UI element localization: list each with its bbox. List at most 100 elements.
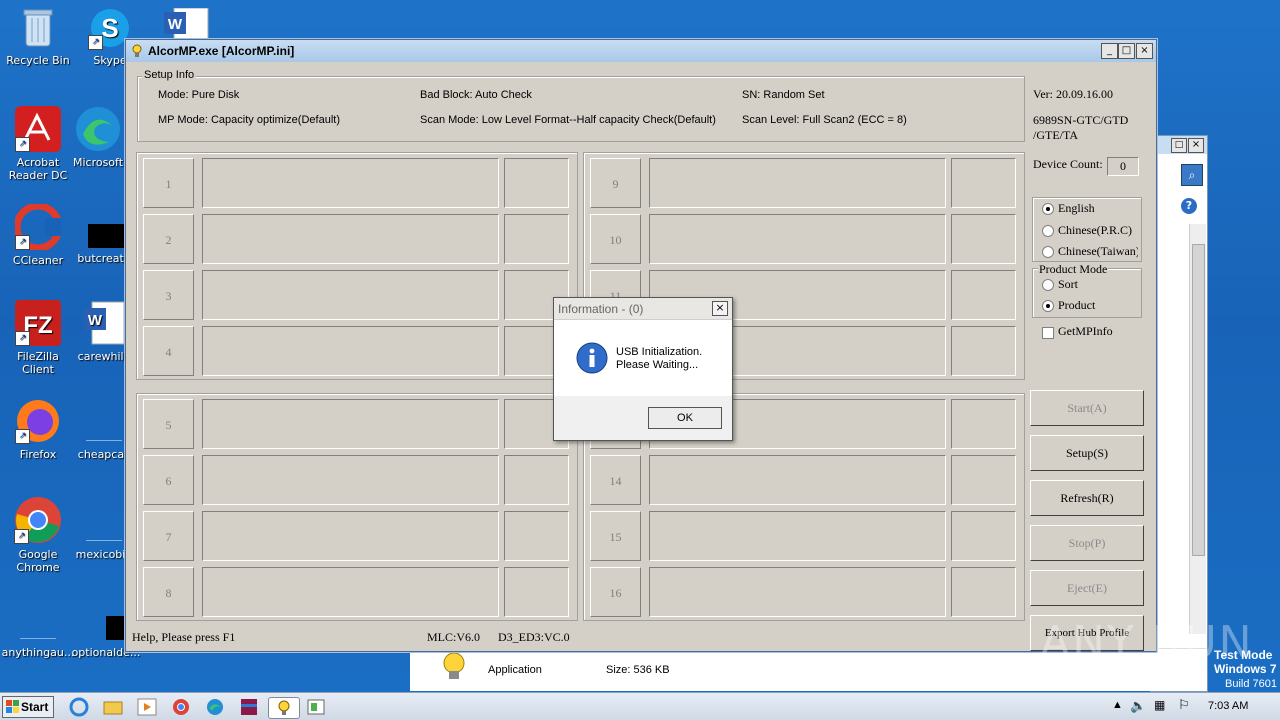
dialog-title-bar[interactable]: Information - (0) × — [554, 298, 732, 320]
window-title: AlcorMP.exe [AlcorMP.ini] — [148, 44, 295, 58]
svg-text:S: S — [101, 13, 118, 43]
slot-capacity-box — [951, 399, 1016, 449]
slot-status-box — [649, 567, 946, 617]
desktop-icon-ccleaner[interactable]: ↗ CCleaner — [0, 202, 76, 267]
slot-15: 15 — [590, 511, 1017, 561]
slot-status-box — [202, 158, 499, 208]
ie-icon[interactable] — [68, 697, 90, 717]
help-icon[interactable]: ? — [1181, 198, 1197, 214]
scrollbar[interactable] — [1189, 224, 1206, 634]
slot-capacity-box — [504, 158, 569, 208]
radio-product[interactable] — [1042, 300, 1054, 312]
slot-14: 14 — [590, 455, 1017, 505]
slot-5: 5 — [143, 399, 570, 449]
slot-capacity-box — [951, 511, 1016, 561]
start-button[interactable]: Start(A) — [1030, 390, 1144, 426]
chip-label-line1: 6989SN-GTC/GTD — [1033, 113, 1129, 127]
dialog-message-line1: USB Initialization. — [616, 346, 703, 358]
slot-number: 1 — [143, 158, 194, 208]
title-bar[interactable]: AlcorMP.exe [AlcorMP.ini] _ □ × — [126, 40, 1156, 62]
slot-status-box — [202, 214, 499, 264]
slot-capacity-box — [504, 567, 569, 617]
firefox-icon: ↗ — [15, 398, 61, 444]
desktop-icon-label: anythingau... — [1, 646, 75, 659]
desktop-icon-chrome[interactable]: ↗ Google Chrome — [0, 496, 76, 574]
slot-capacity-box — [504, 214, 569, 264]
slot-7: 7 — [143, 511, 570, 561]
clock[interactable]: 7:03 AM — [1208, 700, 1248, 712]
desktop-icon-label: CCleaner — [12, 254, 64, 267]
word-doc-icon[interactable]: W — [164, 7, 210, 43]
product-label: Product — [1058, 298, 1096, 312]
filezilla-icon: FZ ↗ — [15, 300, 61, 346]
eject-button[interactable]: Eject(E) — [1030, 570, 1144, 606]
getmpinfo-checkbox[interactable] — [1042, 327, 1054, 339]
search-icon[interactable]: ⌕ — [1181, 164, 1203, 186]
slot-6: 6 — [143, 455, 570, 505]
slot-status-box — [202, 399, 499, 449]
winrar-icon[interactable] — [238, 697, 260, 717]
slot-number: 3 — [143, 270, 194, 320]
shortcut-arrow-icon: ↗ — [15, 137, 30, 152]
mlc-status: MLC:V6.0 — [427, 630, 481, 644]
shortcut-arrow-icon: ↗ — [88, 35, 103, 50]
app-taskbar-icon[interactable] — [305, 697, 327, 717]
version-label: Ver: 20.09.16.00 — [1033, 87, 1113, 101]
refresh-button[interactable]: Refresh(R) — [1030, 480, 1144, 516]
explorer-icon[interactable] — [102, 697, 124, 717]
volume-icon[interactable]: 🔈 — [1130, 698, 1146, 714]
slot-number: 16 — [590, 567, 641, 617]
minimize-button[interactable]: _ — [1101, 43, 1118, 59]
shortcut-arrow-icon: ↗ — [15, 429, 30, 444]
windows-version-label: Windows 7 — [1214, 662, 1277, 676]
radio-chinese-prc[interactable] — [1042, 225, 1054, 237]
dialog-close-button[interactable]: × — [712, 301, 728, 316]
slot-2: 2 — [143, 214, 570, 264]
radio-chinese-taiwan[interactable] — [1042, 246, 1054, 258]
maximize-icon[interactable]: □ — [1171, 138, 1187, 153]
dialog-message-line2: Please Waiting... — [616, 359, 699, 371]
slot-status-box — [202, 455, 499, 505]
stop-button[interactable]: Stop(P) — [1030, 525, 1144, 561]
slot-status-box — [202, 567, 499, 617]
setup-info-group — [137, 76, 1025, 142]
radio-english[interactable] — [1042, 203, 1054, 215]
lightbulb-app-icon — [434, 649, 474, 685]
network-icon[interactable]: ▦ — [1154, 698, 1165, 712]
desktop-icon-firefox[interactable]: ↗ Firefox — [0, 398, 76, 461]
black-file-icon — [86, 596, 142, 642]
slot-capacity-box — [951, 214, 1016, 264]
maximize-button[interactable]: □ — [1118, 43, 1135, 59]
recycle-bin-icon — [18, 6, 58, 50]
slot-capacity-box — [951, 567, 1016, 617]
alcormp-taskbar-icon[interactable] — [268, 697, 300, 719]
information-dialog[interactable]: Information - (0) × USB Initialization. … — [553, 297, 733, 441]
media-player-icon[interactable] — [136, 697, 158, 717]
radio-sort[interactable] — [1042, 279, 1054, 291]
edge-taskbar-icon[interactable] — [204, 697, 226, 717]
dialog-ok-button[interactable]: OK — [648, 407, 722, 429]
build-label: Build 7601 — [1225, 678, 1277, 690]
slot-capacity-box — [504, 455, 569, 505]
mode-label: Mode: Pure Disk — [158, 89, 240, 101]
sort-label: Sort — [1058, 277, 1079, 291]
start-button[interactable]: Start — [2, 696, 54, 718]
tray-expand-icon[interactable]: ▲ — [1112, 699, 1123, 711]
slot-status-box — [649, 158, 946, 208]
mp-mode-label: MP Mode: Capacity optimize(Default) — [158, 114, 340, 126]
close-button[interactable]: × — [1136, 43, 1153, 59]
chrome-icon: ↗ — [14, 496, 62, 544]
close-icon[interactable]: × — [1188, 138, 1204, 153]
slot-number: 14 — [590, 455, 641, 505]
action-center-icon[interactable]: ⚐ — [1178, 697, 1190, 713]
slot-number: 4 — [143, 326, 194, 376]
desktop-icon-anythingau[interactable]: anythingau... — [0, 596, 76, 659]
setup-button[interactable]: Setup(S) — [1030, 435, 1144, 471]
slot-status-box — [649, 511, 946, 561]
background-explorer-window[interactable]: □ × ⌕ ? — [1150, 135, 1208, 692]
slot-status-box — [649, 214, 946, 264]
chrome-taskbar-icon[interactable] — [170, 697, 192, 717]
shortcut-arrow-icon: ↗ — [14, 529, 29, 544]
desktop-icon-recycle-bin[interactable]: Recycle Bin — [0, 6, 76, 67]
desktop-icon-filezilla[interactable]: FZ ↗ FileZilla Client — [0, 300, 76, 376]
